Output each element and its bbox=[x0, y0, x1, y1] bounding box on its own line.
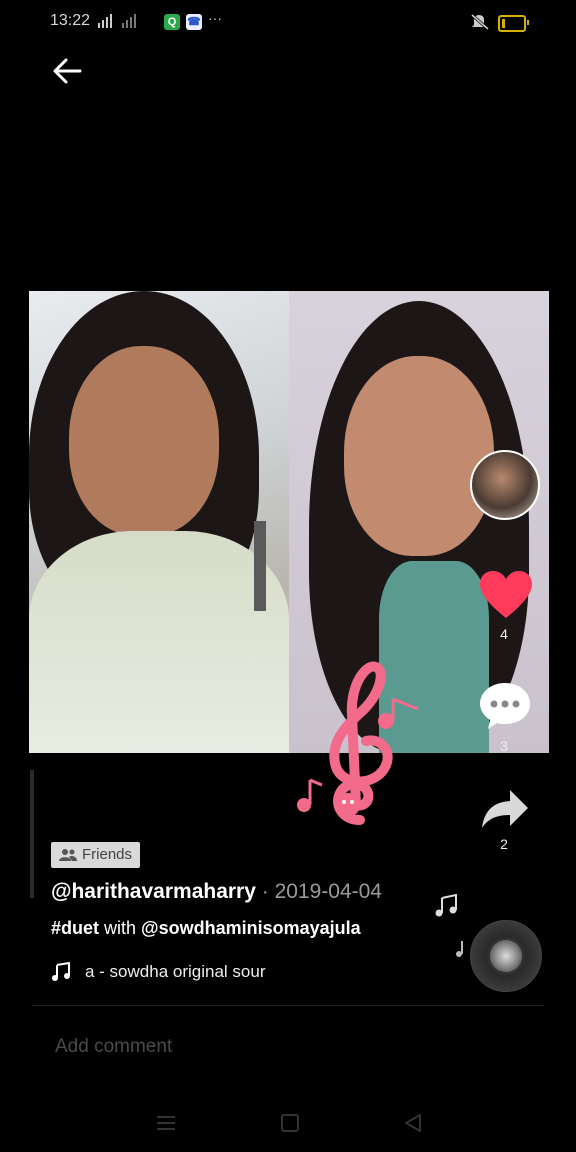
comment-button[interactable] bbox=[478, 680, 532, 730]
music-disc-button[interactable] bbox=[470, 920, 542, 992]
status-time: 13:22 bbox=[50, 12, 91, 29]
music-notes-sticker bbox=[290, 655, 430, 830]
comment-icon bbox=[480, 683, 530, 729]
music-title: a - sowdha original sour bbox=[85, 962, 266, 981]
like-button[interactable] bbox=[478, 570, 534, 620]
floating-note-icon bbox=[434, 893, 460, 923]
back-arrow-icon bbox=[53, 58, 82, 84]
comment-count: 3 bbox=[500, 738, 508, 754]
add-comment-input[interactable]: Add comment bbox=[55, 1036, 172, 1058]
floating-note-small-icon bbox=[455, 940, 465, 963]
with-text: with bbox=[99, 918, 142, 938]
friends-badge: Friends bbox=[51, 842, 141, 868]
share-count: 2 bbox=[500, 836, 508, 852]
duet-video[interactable] bbox=[29, 291, 549, 753]
creator-avatar[interactable] bbox=[470, 450, 540, 520]
like-count: 4 bbox=[500, 626, 508, 642]
triangle-back-icon bbox=[405, 1114, 421, 1132]
divider bbox=[32, 1005, 544, 1006]
friends-label: Friends bbox=[82, 846, 133, 863]
heart-icon bbox=[480, 571, 532, 618]
menu-nav-button[interactable] bbox=[155, 1112, 177, 1134]
music-info[interactable]: a - sowdha original sour bbox=[51, 962, 265, 982]
battery-icon bbox=[498, 15, 529, 32]
hashtag-duet[interactable]: #duet bbox=[51, 918, 99, 938]
music-note-icon bbox=[52, 962, 70, 981]
share-icon bbox=[482, 790, 528, 828]
duet-left-video bbox=[29, 291, 289, 753]
post-description: #duet with @sowdhaminisomayajula bbox=[51, 918, 361, 939]
menu-icon bbox=[157, 1116, 175, 1130]
mention-link[interactable]: @sowdhaminisomayajula bbox=[141, 918, 361, 938]
home-nav-button[interactable] bbox=[279, 1112, 301, 1134]
square-icon bbox=[281, 1114, 299, 1132]
back-button[interactable] bbox=[50, 54, 86, 88]
app-notification-icon: Q bbox=[164, 14, 180, 30]
mute-icon bbox=[470, 13, 492, 31]
friends-icon bbox=[59, 849, 77, 861]
phone-notification-icon: ☎ bbox=[186, 14, 202, 30]
back-nav-button[interactable] bbox=[402, 1112, 424, 1134]
post-author[interactable]: @harithavarmaharry · 2019-04-04 bbox=[51, 880, 382, 904]
username[interactable]: @harithavarmaharry bbox=[51, 880, 256, 903]
more-notifications-icon: ··· bbox=[208, 10, 222, 26]
side-indicator bbox=[30, 770, 34, 898]
signal-icon bbox=[98, 14, 158, 31]
share-button[interactable] bbox=[480, 788, 530, 830]
post-date: · 2019-04-04 bbox=[255, 880, 382, 903]
